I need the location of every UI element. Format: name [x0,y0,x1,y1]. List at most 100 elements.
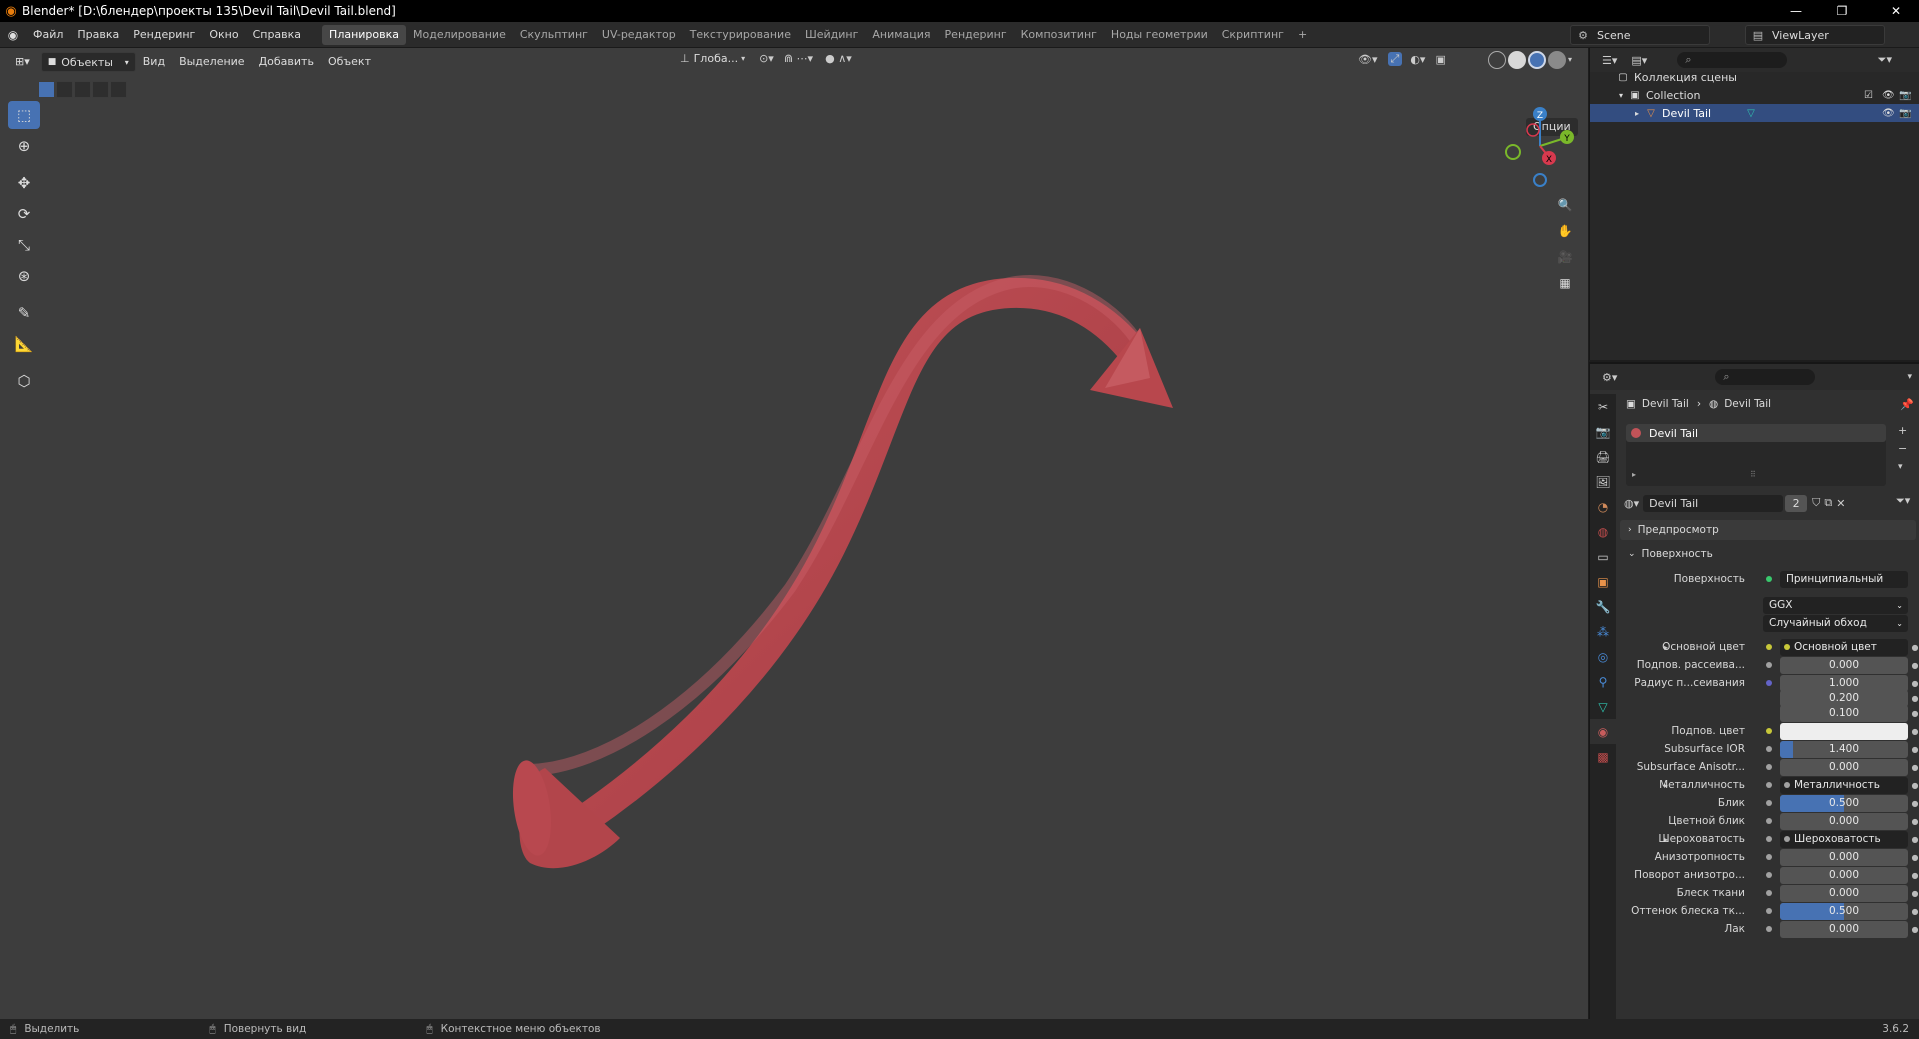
unlink-icon[interactable]: ✕ [1836,497,1845,510]
menu-window[interactable]: Окно [202,25,245,45]
add-slot-icon[interactable]: + [1898,424,1907,437]
number-field[interactable]: 0.100 [1780,704,1908,722]
properties-editor-type-icon[interactable]: ⚙▾ [1602,371,1617,384]
resize-handle-icon[interactable]: ⠿ [1750,470,1756,479]
fake-user-icon[interactable]: ⛉ [1812,496,1820,510]
keyframe-dot-icon[interactable]: ● [1912,723,1919,740]
subsurface-method-dropdown[interactable]: Случайный обход ⌄ [1763,614,1908,632]
surface-shader-field[interactable]: Принципиальный BSDF [1780,570,1908,588]
linked-input-field[interactable]: Шероховатость [1780,830,1908,848]
outliner-search-input[interactable]: ⌕ [1677,52,1788,68]
socket-icon[interactable] [1763,867,1775,884]
node-filter-icon[interactable]: ⏷▾ [1896,494,1910,508]
number-field[interactable]: 0.000 [1780,866,1908,884]
expand-arrow-icon[interactable]: ▸ [1632,470,1636,479]
tab-rendering[interactable]: Рендеринг [938,25,1014,45]
tab-compositing[interactable]: Композитинг [1014,25,1104,45]
keyframe-dot-icon[interactable]: ● [1912,705,1919,722]
keyframe-dot-icon[interactable]: ● [1912,885,1919,902]
duplicate-icon[interactable]: ⧉ [1824,496,1832,510]
tab-geometry-nodes[interactable]: Ноды геометрии [1104,25,1215,45]
keyframe-dot-icon[interactable]: ● [1912,639,1919,656]
material-slot-item[interactable]: Devil Tail [1626,424,1886,442]
browse-material-icon[interactable]: ◍▾ [1624,497,1639,510]
view-layer-selector[interactable]: ▤ ViewLayer [1745,25,1885,45]
keyframe-dot-icon[interactable]: ● [1912,759,1919,776]
modifier-tab-icon[interactable]: 🔧 [1590,594,1616,619]
data-tab-icon[interactable]: ▽ [1590,694,1616,719]
chevron-down-icon[interactable]: ▾ [1898,462,1903,472]
keyframe-dot-icon[interactable]: ● [1912,903,1919,920]
outliner-editor-type-icon[interactable]: ☰▾ [1602,54,1617,67]
minimize-button[interactable]: — [1773,0,1819,22]
scene-collection-row[interactable]: ▢ Коллекция сцены [1590,68,1919,86]
keyframe-dot-icon[interactable]: ● [1912,813,1919,830]
keyframe-dot-icon[interactable]: ● [1912,831,1919,848]
scene-tab-icon[interactable]: ◔ [1590,494,1616,519]
number-field[interactable]: 0.000 [1780,656,1908,674]
tab-animation[interactable]: Анимация [865,25,937,45]
menu-help[interactable]: Справка [246,25,308,45]
remove-slot-icon[interactable]: − [1898,442,1907,455]
keyframe-dot-icon[interactable]: ● [1912,777,1919,794]
eye-icon[interactable]: 👁 [1882,90,1895,101]
display-mode-icon[interactable]: ▤▾ [1631,54,1647,67]
color-swatch[interactable] [1780,722,1908,740]
socket-icon[interactable] [1763,777,1775,794]
particles-tab-icon[interactable]: ⁂ [1590,619,1616,644]
number-field[interactable]: 0.000 [1780,884,1908,902]
keyframe-dot-icon[interactable]: ● [1912,741,1919,758]
add-workspace-button[interactable]: + [1291,25,1314,45]
devil-tail-object[interactable] [507,275,1173,869]
pin-icon[interactable]: 📌 [1900,398,1914,411]
tab-modeling[interactable]: Моделирование [406,25,513,45]
3d-viewport[interactable]: ⊞▾ ■ Объекты ▾ Вид Выделение Добавить Об… [0,48,1588,1019]
number-field[interactable]: 0.000 [1780,920,1908,938]
output-tab-icon[interactable]: 🖨 [1590,444,1616,469]
expand-arrow-icon[interactable]: ▸ [1630,106,1644,120]
socket-icon[interactable] [1763,849,1775,866]
socket-icon[interactable] [1763,903,1775,920]
distribution-dropdown[interactable]: GGX ⌄ [1763,596,1908,614]
tool-tab-icon[interactable]: ✂ [1590,394,1616,419]
expand-arrow-icon[interactable]: ▾ [1614,88,1628,102]
render-camera-icon[interactable]: 📷 [1899,90,1911,101]
keyframe-dot-icon[interactable]: ● [1912,921,1919,938]
physics-tab-icon[interactable]: ◎ [1590,644,1616,669]
linked-input-field[interactable]: Металличность [1780,776,1908,794]
user-count[interactable]: 2 [1785,494,1808,512]
socket-icon[interactable] [1763,885,1775,902]
socket-icon[interactable] [1763,759,1775,776]
socket-icon[interactable] [1763,741,1775,758]
number-field[interactable]: 0.500 [1780,794,1908,812]
object-tab-icon[interactable]: ▣ [1590,569,1616,594]
material-name-field[interactable]: Devil Tail [1643,494,1784,512]
socket-icon[interactable] [1763,657,1775,674]
number-field[interactable]: 0.000 [1780,812,1908,830]
scene-selector[interactable]: ⚙ Scene [1570,25,1710,45]
maximize-button[interactable]: ❐ [1819,0,1865,22]
properties-search-input[interactable]: ⌕ [1715,369,1816,385]
close-button[interactable]: ✕ [1873,0,1919,22]
filter-icon[interactable]: ⏷▾ [1878,53,1892,67]
tab-uv-editing[interactable]: UV-редактор [595,25,683,45]
menu-file[interactable]: Файл [26,25,70,45]
socket-icon[interactable] [1763,723,1775,740]
keyframe-dot-icon[interactable]: ● [1912,867,1919,884]
number-field[interactable]: 0.000 [1780,758,1908,776]
constraints-tab-icon[interactable]: ⚲ [1590,669,1616,694]
view-layer-tab-icon[interactable]: 🖼 [1590,469,1616,494]
blender-menu-icon[interactable]: ◉ [0,28,26,42]
keyframe-dot-icon[interactable]: ● [1912,849,1919,866]
socket-icon[interactable] [1763,639,1775,656]
tab-texture-paint[interactable]: Текстурирование [683,25,798,45]
eye-icon[interactable]: 👁 [1882,108,1895,119]
render-camera-icon[interactable]: 📷 [1899,108,1911,119]
tab-scripting[interactable]: Скриптинг [1215,25,1291,45]
collection-row[interactable]: ▾ ▣ Collection ☑ 👁 📷 [1590,86,1919,104]
tab-shading[interactable]: Шейдинг [798,25,865,45]
linked-input-field[interactable]: Основной цвет [1780,638,1908,656]
world-tab-icon[interactable]: ◍ [1590,519,1616,544]
number-field[interactable]: 1.400 [1780,740,1908,758]
socket-icon[interactable] [1763,795,1775,812]
